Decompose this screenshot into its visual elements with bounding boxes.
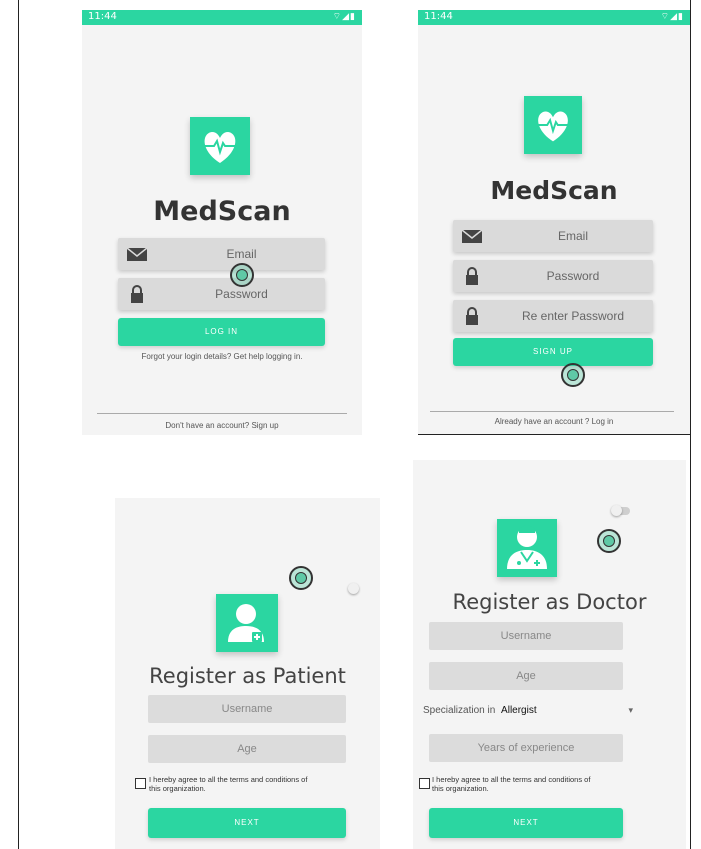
terms-line-1: I hereby agree to all the terms and cond… bbox=[432, 775, 591, 784]
reenter-password-placeholder: Re enter Password bbox=[521, 309, 625, 323]
password-field[interactable]: Password bbox=[453, 260, 653, 292]
mail-icon bbox=[461, 229, 483, 243]
doctor-toggle-switch[interactable] bbox=[611, 505, 622, 516]
years-of-experience-input[interactable]: Years of experience bbox=[429, 734, 623, 762]
patient-next-button[interactable]: NEXT bbox=[148, 808, 346, 838]
app-title: MedScan bbox=[490, 176, 618, 205]
signup-button[interactable]: SIGN UP bbox=[453, 338, 653, 366]
patient-icon bbox=[228, 604, 264, 642]
email-placeholder: Email bbox=[226, 247, 257, 261]
signup-link[interactable]: Don't have an account? Sign up bbox=[82, 421, 362, 430]
lock-icon bbox=[466, 307, 478, 325]
reenter-password-field[interactable]: Re enter Password bbox=[453, 300, 653, 332]
age-input[interactable]: Age bbox=[429, 662, 623, 690]
specialization-value: Allergist bbox=[501, 705, 537, 716]
lock-icon bbox=[466, 267, 478, 285]
terms-line-2: this organization. bbox=[432, 784, 489, 793]
doctor-toggle-switch[interactable] bbox=[348, 583, 359, 594]
terms-line-1: I hereby agree to all the terms and cond… bbox=[149, 775, 308, 784]
email-field[interactable]: Email bbox=[453, 220, 653, 252]
frame-left-border bbox=[18, 0, 19, 849]
status-icons: ⌔◢▮ bbox=[332, 12, 356, 22]
password-field[interactable]: Password bbox=[118, 278, 325, 310]
frame-middle-divider bbox=[418, 434, 690, 435]
register-patient-screen: Register as Patient Username Age bbox=[115, 498, 380, 849]
doctor-next-button[interactable]: NEXT bbox=[429, 808, 623, 838]
terms-checkbox[interactable] bbox=[135, 778, 146, 789]
username-input[interactable]: Username bbox=[429, 622, 623, 650]
signup-divider bbox=[430, 411, 674, 412]
specialization-label: Specialization in bbox=[423, 705, 496, 716]
frame-right-border bbox=[690, 0, 691, 849]
terms-line-2: this organization. bbox=[149, 784, 206, 793]
chevron-down-icon: ▾ bbox=[628, 705, 633, 715]
register-doctor-title: Register as Doctor bbox=[452, 590, 647, 614]
login-divider bbox=[97, 413, 347, 414]
password-placeholder: Password bbox=[215, 287, 268, 301]
age-input[interactable]: Age bbox=[148, 735, 346, 763]
status-bar: 11:44 ⌔◢▮ bbox=[418, 10, 690, 25]
touch-indicator bbox=[230, 263, 254, 287]
touch-indicator bbox=[561, 363, 585, 387]
doctor-avatar bbox=[497, 519, 557, 577]
login-button[interactable]: LOG IN bbox=[118, 318, 325, 346]
signup-screen: 11:44 ⌔◢▮ MedScan Email Password Re ente… bbox=[418, 10, 690, 434]
heart-pulse-icon bbox=[204, 132, 236, 163]
login-screen: 11:44 ⌔◢▮ MedScan Email Password LOG IN … bbox=[82, 10, 362, 435]
status-time: 11:44 bbox=[88, 11, 117, 22]
login-link[interactable]: Already have an account ? Log in bbox=[418, 417, 690, 426]
status-time: 11:44 bbox=[424, 11, 453, 22]
mail-icon bbox=[126, 247, 148, 261]
app-title: MedScan bbox=[153, 196, 291, 227]
specialization-select[interactable]: Specialization in Allergist ▾ bbox=[423, 705, 633, 723]
doctor-icon bbox=[507, 525, 547, 569]
patient-avatar bbox=[216, 594, 278, 652]
touch-indicator bbox=[597, 529, 621, 553]
lock-icon bbox=[131, 285, 143, 303]
email-placeholder: Email bbox=[557, 229, 588, 243]
status-icons: ⌔◢▮ bbox=[660, 12, 684, 22]
app-logo bbox=[190, 117, 250, 175]
heart-pulse-icon bbox=[537, 111, 569, 142]
forgot-login-link[interactable]: Forgot your login details? Get help logg… bbox=[82, 352, 362, 361]
terms-text: I hereby agree to all the terms and cond… bbox=[432, 775, 590, 793]
email-field[interactable]: Email bbox=[118, 238, 325, 270]
touch-indicator bbox=[289, 566, 313, 590]
app-logo bbox=[524, 96, 582, 154]
terms-checkbox[interactable] bbox=[419, 778, 430, 789]
username-input[interactable]: Username bbox=[148, 695, 346, 723]
register-patient-title: Register as Patient bbox=[149, 664, 346, 688]
status-bar: 11:44 ⌔◢▮ bbox=[82, 10, 362, 25]
password-placeholder: Password bbox=[546, 269, 600, 283]
terms-text: I hereby agree to all the terms and cond… bbox=[149, 775, 307, 793]
